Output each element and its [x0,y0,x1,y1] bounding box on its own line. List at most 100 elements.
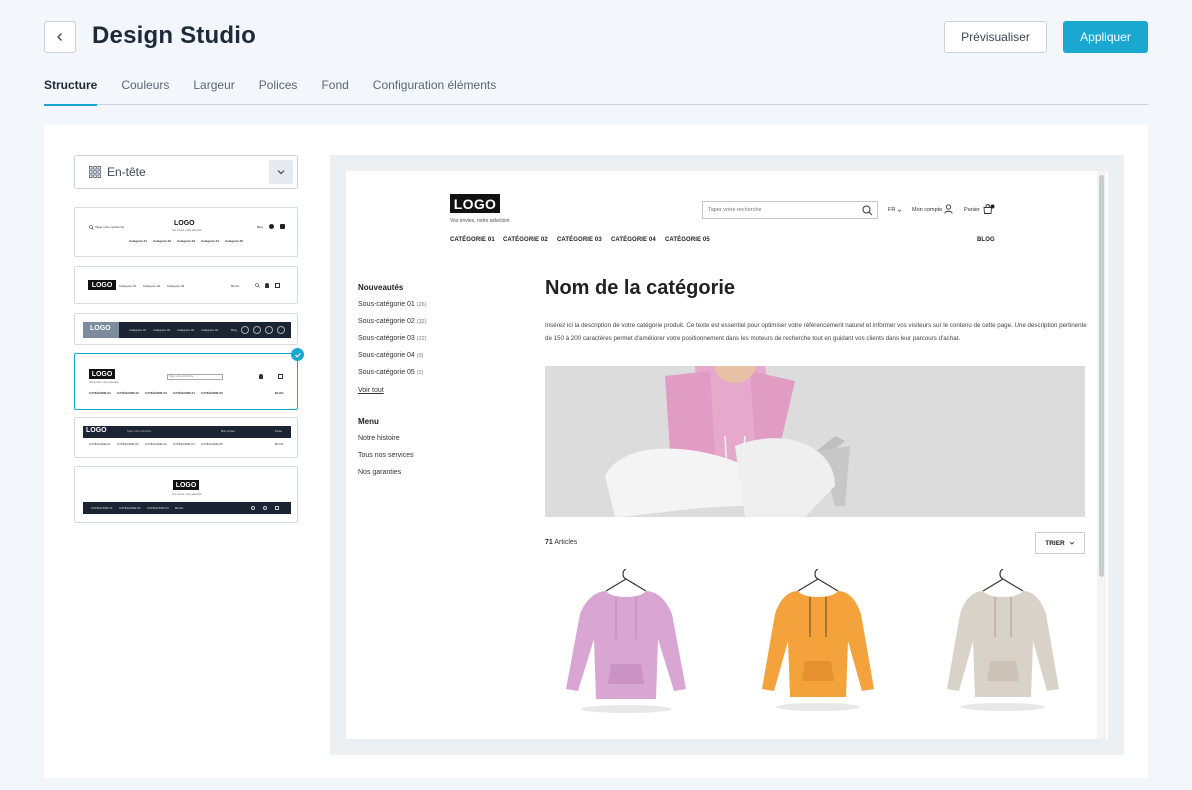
preview-category-description: Insérez ici la description de votre caté… [545,322,1087,342]
thumb-blog: Blog [257,225,264,229]
preview-search-placeholder: Taper votre recherche [708,207,762,213]
thumb-nav-2: CATÉGORIE 02 [119,506,141,510]
preview-tagline: Vos envies, notre sélection [450,218,510,224]
preview-category-title: Nom de la catégorie [545,277,736,299]
header-layout-option-4[interactable]: LOGO Vos envies, notre sélection Taper v… [74,353,298,410]
thumb-nav-4: BLOG [175,506,184,510]
chevron-left-icon [57,33,62,41]
subcategory-label: Sous-catégorie 03 [358,335,415,342]
preview-nav-1[interactable]: CATÉGORIE 01 [450,237,495,243]
header-layout-option-3[interactable]: LOGO Catégorie 01 Catégorie 02 Catégorie… [74,313,298,345]
preview-hero-image [545,366,1085,517]
preview-article-count: 71 Articles [545,539,577,546]
preview-subcategory[interactable]: Sous-catégorie 01 (26) [358,301,427,308]
chevron-down-icon[interactable] [269,160,293,184]
preview-logo: LOGO [450,194,500,213]
tab-couleurs[interactable]: Couleurs [121,70,169,105]
tab-configuration-elements[interactable]: Configuration éléments [373,70,496,105]
thumb-account: Mon compte [221,430,235,433]
preview-subcategory[interactable]: Sous-catégorie 05 (2) [358,369,424,376]
thumb-nav-2: Catégorie 02 [153,328,171,332]
thumb-logo: LOGO [86,427,107,434]
user-icon [265,283,269,288]
search-icon [253,326,261,334]
section-select[interactable]: En-tête [74,155,298,189]
preview-menu-item[interactable]: Tous nos services [358,452,414,459]
preview-sort-button[interactable]: TRIER [1035,532,1085,554]
thumb-nav-1: CATÉGORIE 01 [89,391,111,395]
preview-sidebar-heading-menu: Menu [358,417,379,426]
tab-largeur[interactable]: Largeur [193,70,234,105]
chevron-down-icon [897,209,902,212]
back-button[interactable] [44,21,76,53]
header-layout-option-6[interactable]: LOGO Vos envies, notre sélection CATÉGOR… [74,466,298,523]
subcategory-label: Sous-catégorie 01 [358,301,415,308]
thumb-logo: LOGO [174,220,195,227]
thumb-nav-1: CATÉGORIE 01 [91,506,113,510]
thumb-tagline: Vos envies, notre sélection [172,493,202,496]
search-icon [251,506,255,510]
preview-subcategory[interactable]: Sous-catégorie 04 (9) [358,352,424,359]
preview-button[interactable]: Prévisualiser [944,21,1047,53]
thumb-search-text: Taper votre recherche [127,430,152,433]
thumb-nav-1: CATÉGORIE 01 [89,442,111,446]
thumb-nav-2: Catégorie 02 [153,239,172,243]
bag-icon [275,506,279,510]
subcategory-label: Sous-catégorie 02 [358,318,415,325]
thumb-nav-3: CATÉGORIE 03 [145,442,167,446]
preview-menu-item[interactable]: Nos garanties [358,469,401,476]
tab-polices[interactable]: Polices [259,70,298,105]
thumb-nav-2: CATÉGORIE 02 [117,391,139,395]
preview-nav-2[interactable]: CATÉGORIE 02 [503,237,548,243]
thumb-nav-3: Catégorie 03 [177,328,195,332]
sort-label: TRIER [1045,539,1065,547]
tab-bar: Structure Couleurs Largeur Polices Fond … [44,70,1148,106]
preview-menu-item[interactable]: Notre histoire [358,435,400,442]
thumb-nav-5: CATÉGORIE 05 [201,442,223,446]
thumb-blog: BLOG [275,442,284,446]
thumb-search-text: Taper votre recherche [95,225,125,229]
user-icon [259,374,263,379]
header-layout-option-2[interactable]: LOGO Catégorie 01 Catégorie 02 Catégorie… [74,266,298,304]
preview-subcategory[interactable]: Sous-catégorie 03 (22) [358,335,427,342]
subcategory-label: Sous-catégorie 05 [358,369,415,376]
preview-nav-5[interactable]: CATÉGORIE 05 [665,237,710,243]
article-count-number: 71 [545,539,553,546]
thumb-nav-3: CATÉGORIE 03 [145,391,167,395]
preview-scrollbar-thumb[interactable] [1099,175,1104,577]
bag-icon [277,326,285,334]
grid-icon [89,166,101,178]
preview-lang[interactable]: FR [888,207,895,213]
preview-search-input[interactable]: Taper votre recherche [702,201,878,219]
bag-icon [275,283,280,288]
preview-account[interactable]: Mon compte [912,207,942,213]
thumb-cart: Panier [275,430,283,433]
header-layout-option-1[interactable]: Taper votre recherche LOGO Vos envies, n… [74,207,298,257]
thumb-blog: Blog [231,328,238,332]
editor-card: En-tête Taper votre recherche LOGO Vos e… [44,125,1148,778]
preview-nav-blog[interactable]: BLOG [977,237,995,243]
thumb-logo: LOGO [88,280,116,290]
thumb-nav-5: CATÉGORIE 05 [201,391,223,395]
thumb-logo: LOGO [90,325,111,332]
preview-product-card[interactable] [556,568,696,719]
tab-structure[interactable]: Structure [44,70,98,106]
preview-nav-4[interactable]: CATÉGORIE 04 [611,237,656,243]
preview-cart[interactable]: Panier [964,207,980,213]
preview-subcategory[interactable]: Sous-catégorie 02 (32) [358,318,427,325]
preview-nav-3[interactable]: CATÉGORIE 03 [557,237,602,243]
section-select-value: En-tête [107,165,146,179]
apply-button[interactable]: Appliquer [1063,21,1148,53]
tab-fond[interactable]: Fond [321,70,348,105]
thumb-nav-3: Catégorie 03 [177,239,196,243]
header-layout-option-5[interactable]: LOGO Taper votre recherche Mon compte Pa… [74,417,298,458]
preview-product-card[interactable] [933,568,1073,719]
chevron-down-icon [1069,541,1075,545]
bag-icon [983,204,995,214]
preview-product-card[interactable] [748,568,888,719]
preview-frame: LOGO Vos envies, notre sélection Taper v… [330,155,1124,755]
subcategory-count: (32) [416,319,427,325]
preview-see-all-link[interactable]: Voir tout [358,387,384,394]
bag-icon [280,224,285,229]
thumb-nav-1: Catégorie 01 [129,239,148,243]
